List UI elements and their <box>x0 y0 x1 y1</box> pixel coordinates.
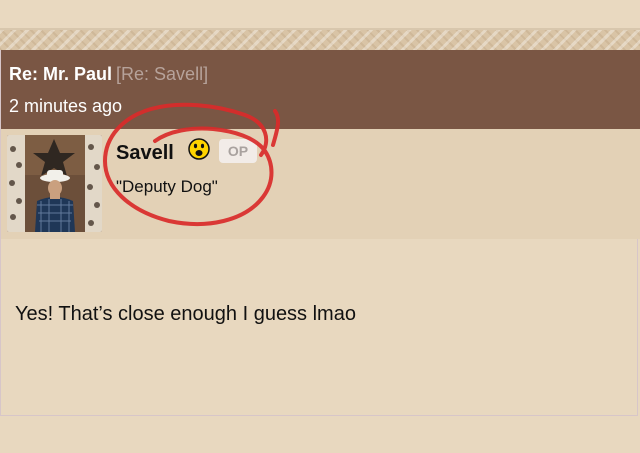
post-body-text: Yes! That’s close enough I guess lmao <box>15 303 356 325</box>
decorative-pattern-band <box>0 30 640 50</box>
forum-post: Re: Mr. Paul[Re: Savell] 2 minutes ago <box>0 50 640 416</box>
op-badge: OP <box>219 139 257 163</box>
yellow-smiley-face-icon <box>188 138 210 160</box>
post-title-text[interactable]: Re: Mr. Paul <box>9 64 112 84</box>
post-timestamp: 2 minutes ago <box>9 96 123 116</box>
avatar[interactable] <box>7 135 102 232</box>
post-title[interactable]: Re: Mr. Paul [Re: Savell] <box>9 64 208 85</box>
author-name[interactable]: Savell <box>116 142 174 165</box>
post-header: Re: Mr. Paul [Re: Savell] 2 minutes ago <box>1 50 640 129</box>
user-title: "Deputy Dog" <box>116 177 218 196</box>
author-row: Savell OP "Deputy Dog" <box>1 129 640 239</box>
reply-to-link[interactable]: [Re: Savell] <box>116 64 208 84</box>
avatar-image <box>7 135 102 232</box>
